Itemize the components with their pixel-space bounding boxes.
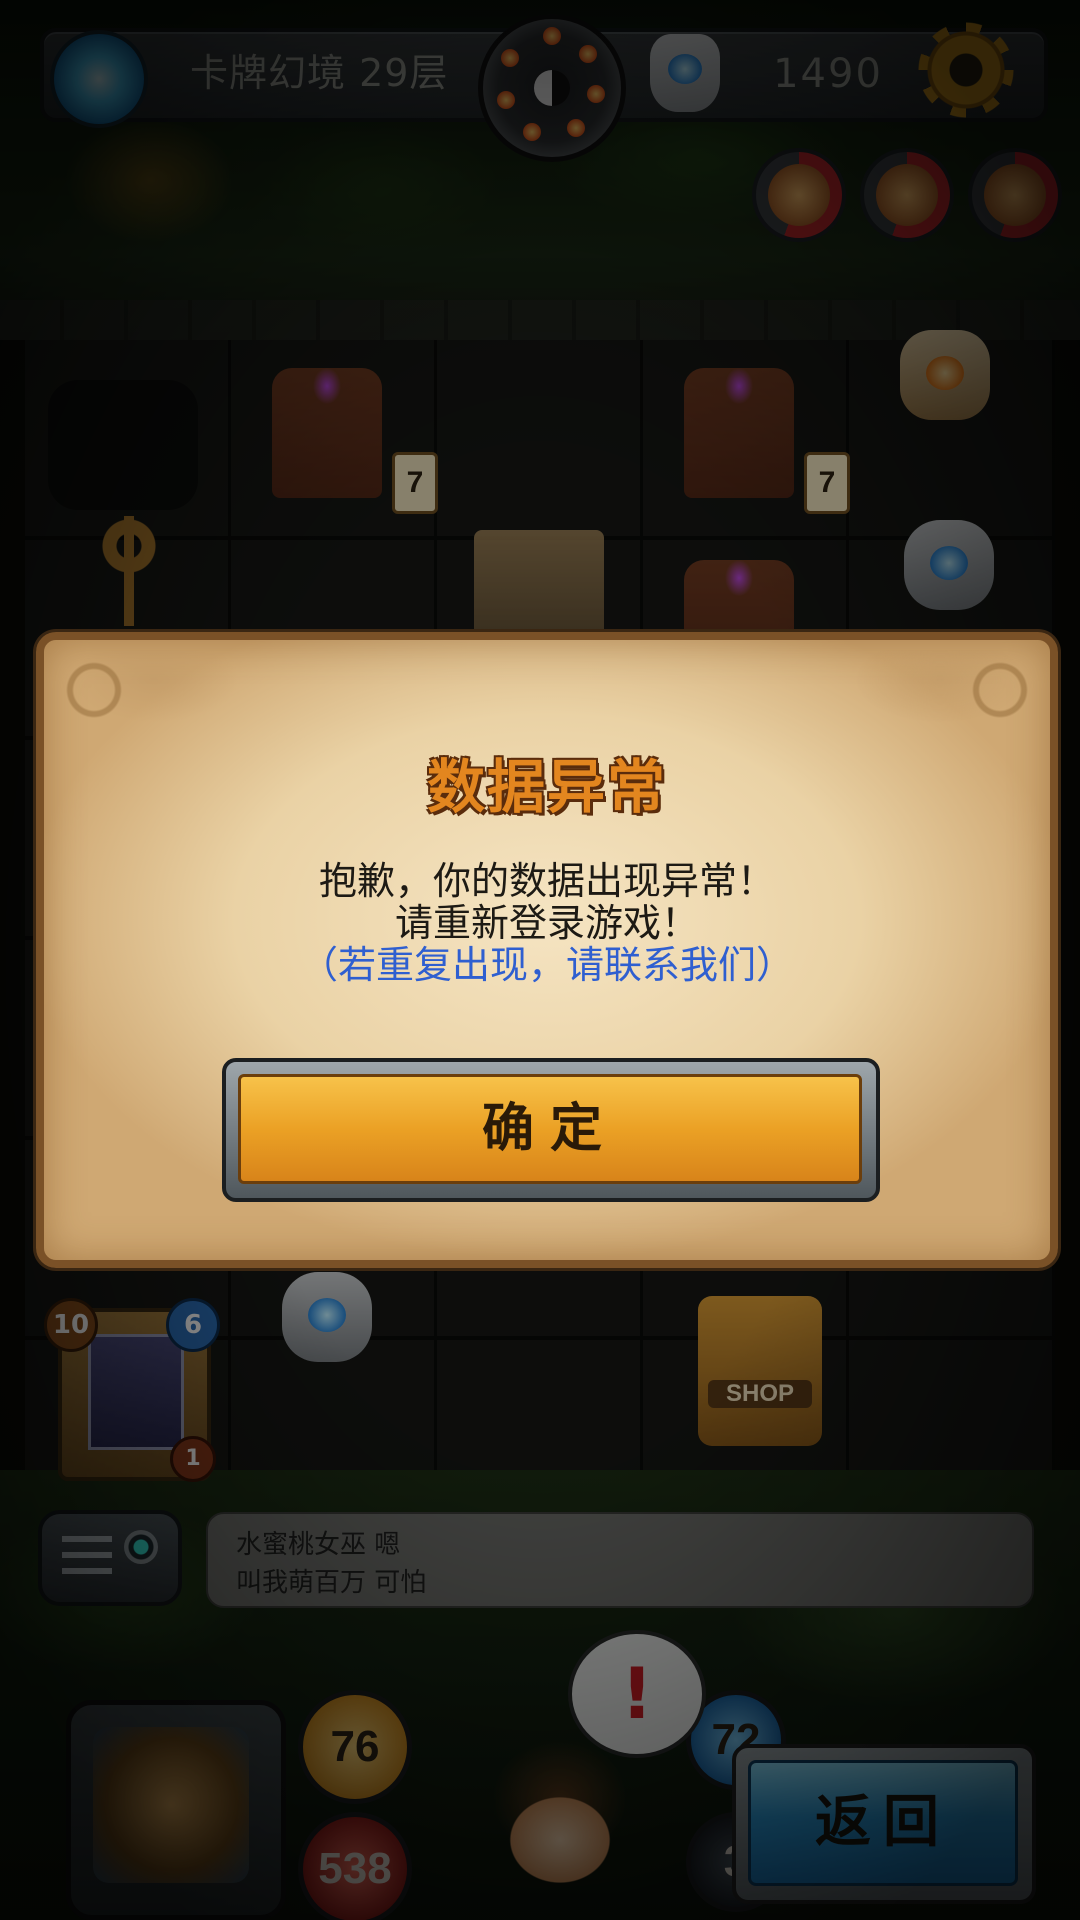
dialog-title: 数据异常 [426, 753, 667, 821]
dialog-message-line: 请重新登录游戏！ [394, 901, 699, 945]
confirm-button-label: 确定 [238, 1074, 862, 1184]
dialog-message-line: 抱歉，你的数据出现异常！ [318, 859, 775, 903]
game-screen: 卡牌幻境 29层 1490 10 6 1 SHOP 水蜜桃女巫 嗯 叫我萌百万 … [0, 0, 1080, 1920]
contact-us-note: （若重复出现，请联系我们） [299, 943, 794, 987]
error-dialog: 数据异常 抱歉，你的数据出现异常！ 请重新登录游戏！ （若重复出现，请联系我们）… [36, 632, 1058, 1268]
confirm-button[interactable]: 确定 [222, 1058, 880, 1202]
